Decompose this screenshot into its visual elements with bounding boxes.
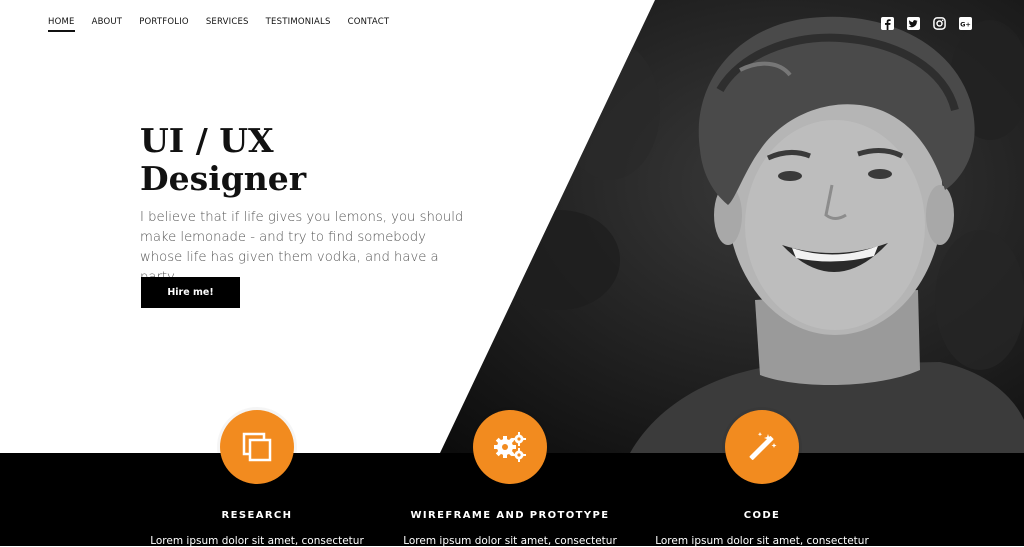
nav-item-contact[interactable]: CONTACT (348, 17, 390, 32)
research-icon-circle (220, 410, 294, 484)
main-nav: HOME ABOUT PORTFOLIO SERVICES TESTIMONIA… (48, 17, 406, 32)
wireframe-icon-circle (473, 410, 547, 484)
nav-item-home[interactable]: HOME (48, 17, 75, 32)
hire-me-button[interactable]: Hire me! (141, 277, 240, 308)
feature-research: RESEARCH Lorem ipsum dolor sit amet, con… (127, 410, 387, 547)
hero-title: UI / UX Designer (140, 122, 306, 198)
nav-item-about[interactable]: ABOUT (92, 17, 123, 32)
feature-text: Lorem ipsum dolor sit amet, consectetur (403, 535, 617, 547)
svg-text:G+: G+ (960, 20, 971, 28)
hero-title-line-1: UI / UX (140, 121, 274, 160)
layers-icon (242, 432, 272, 462)
feature-title: RESEARCH (221, 510, 293, 521)
hero-description: I believe that if life gives you lemons,… (140, 210, 464, 285)
social-links: G+ (880, 16, 972, 30)
hero-title-line-2: Designer (140, 159, 307, 198)
nav-item-testimonials[interactable]: TESTIMONIALS (266, 17, 331, 32)
code-icon-circle (725, 410, 799, 484)
instagram-icon[interactable] (932, 16, 946, 30)
nav-item-portfolio[interactable]: PORTFOLIO (139, 17, 189, 32)
hero-section: HOME ABOUT PORTFOLIO SERVICES TESTIMONIA… (0, 0, 1024, 453)
google-plus-icon[interactable]: G+ (958, 16, 972, 30)
twitter-icon[interactable] (906, 16, 920, 30)
feature-wireframe: WIREFRAME AND PROTOTYPE Lorem ipsum dolo… (380, 410, 640, 547)
nav-item-services[interactable]: SERVICES (206, 17, 249, 32)
feature-code: CODE Lorem ipsum dolor sit amet, consect… (632, 410, 892, 547)
gears-icon (494, 432, 526, 462)
feature-text: Lorem ipsum dolor sit amet, consectetur (150, 535, 364, 547)
facebook-icon[interactable] (880, 16, 894, 30)
feature-text: Lorem ipsum dolor sit amet, consectetur (655, 535, 869, 547)
magic-wand-icon (749, 432, 777, 460)
feature-title: CODE (743, 510, 781, 521)
feature-title: WIREFRAME AND PROTOTYPE (410, 510, 610, 521)
